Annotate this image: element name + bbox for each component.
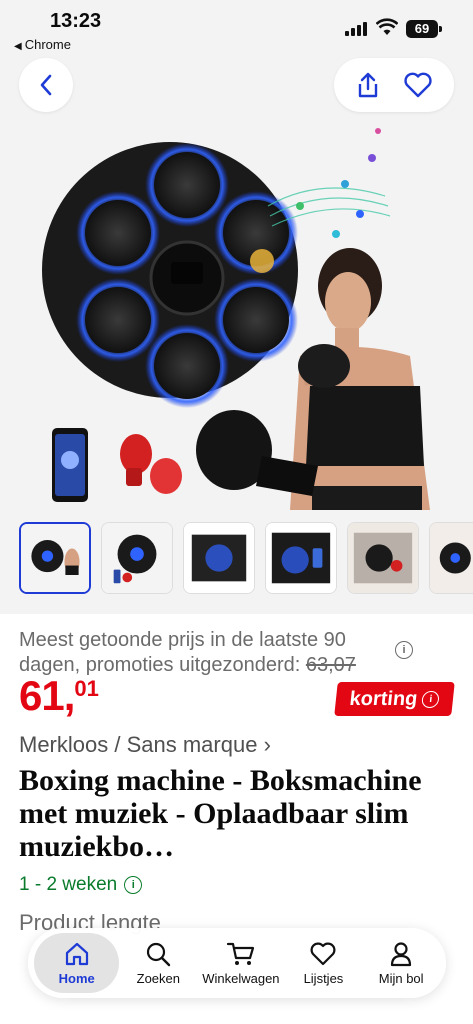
share-icon[interactable] bbox=[355, 71, 381, 99]
wifi-icon bbox=[376, 18, 398, 35]
thumbnail-strip bbox=[19, 522, 473, 596]
delivery-info-icon[interactable]: i bbox=[124, 876, 143, 894]
heart-icon[interactable] bbox=[403, 72, 433, 98]
nav-search[interactable]: Zoeken bbox=[119, 933, 197, 993]
nav-account[interactable]: Mijn bol bbox=[362, 933, 440, 993]
discount-info-icon: i bbox=[421, 690, 441, 708]
nav-cart[interactable]: Winkelwagen bbox=[197, 933, 284, 993]
cellular-signal-icon bbox=[345, 22, 367, 36]
battery-indicator: 69 bbox=[406, 20, 442, 38]
home-icon bbox=[65, 942, 88, 965]
heart-icon bbox=[310, 942, 336, 965]
price: 61,01 bbox=[19, 672, 99, 720]
thumbnail-2[interactable] bbox=[101, 522, 173, 594]
thumbnail-1[interactable] bbox=[19, 522, 91, 594]
chevron-right-icon: › bbox=[263, 732, 271, 757]
nav-lists[interactable]: Lijstjes bbox=[285, 933, 363, 993]
brand-name: Merkloos / Sans marque bbox=[19, 732, 258, 757]
header-actions bbox=[334, 58, 454, 112]
discount-badge[interactable]: korting i bbox=[334, 682, 455, 716]
back-triangle-icon: ◀ bbox=[14, 41, 22, 52]
back-to-app-link[interactable]: ◀ Chrome bbox=[14, 37, 71, 52]
thumbnail-4[interactable] bbox=[265, 522, 337, 594]
nav-search-label: Zoeken bbox=[136, 970, 180, 986]
price-cents: 01 bbox=[74, 676, 99, 701]
price-info-icon[interactable]: i bbox=[395, 641, 413, 659]
product-image[interactable] bbox=[0, 56, 473, 510]
back-button[interactable] bbox=[19, 58, 73, 112]
nav-lists-label: Lijstjes bbox=[303, 970, 344, 986]
nav-home[interactable]: Home bbox=[34, 933, 120, 993]
delivery-time: 1 - 2 weken i bbox=[19, 874, 143, 896]
price-euros: 61, bbox=[19, 672, 75, 719]
nav-account-label: Mijn bol bbox=[378, 970, 424, 986]
thumbnail-5[interactable] bbox=[347, 522, 419, 594]
back-app-label: Chrome bbox=[24, 37, 71, 52]
product-hero bbox=[0, 56, 473, 510]
discount-badge-label: korting bbox=[348, 687, 419, 710]
chevron-left-icon bbox=[40, 74, 52, 96]
brand-link[interactable]: Merkloos / Sans marque › bbox=[19, 732, 271, 758]
status-bar: 13:23 ◀ Chrome 69 bbox=[0, 0, 473, 56]
bottom-nav: Home Zoeken Winkelwagen Lijstjes Mijn bo… bbox=[28, 928, 446, 998]
product-page: 13:23 ◀ Chrome 69 Meest getoonde prijs i… bbox=[0, 0, 473, 1024]
delivery-text: 1 - 2 weken bbox=[19, 874, 118, 895]
thumbnail-3[interactable] bbox=[183, 522, 255, 594]
product-title: Boxing machine - Boksmachine met muziek … bbox=[19, 764, 422, 863]
cart-icon bbox=[226, 942, 254, 965]
user-icon bbox=[391, 941, 412, 966]
thumbnail-6[interactable] bbox=[429, 522, 473, 594]
nav-home-label: Home bbox=[58, 970, 95, 986]
lowest-price-text: Meest getoonde prijs in de laatste 90 da… bbox=[19, 629, 346, 676]
nav-cart-label: Winkelwagen bbox=[202, 970, 280, 986]
search-icon bbox=[147, 942, 171, 966]
old-price: 63,07 bbox=[305, 654, 356, 676]
status-time: 13:23 bbox=[50, 10, 102, 32]
lowest-price-note: Meest getoonde prijs in de laatste 90 da… bbox=[19, 628, 409, 678]
